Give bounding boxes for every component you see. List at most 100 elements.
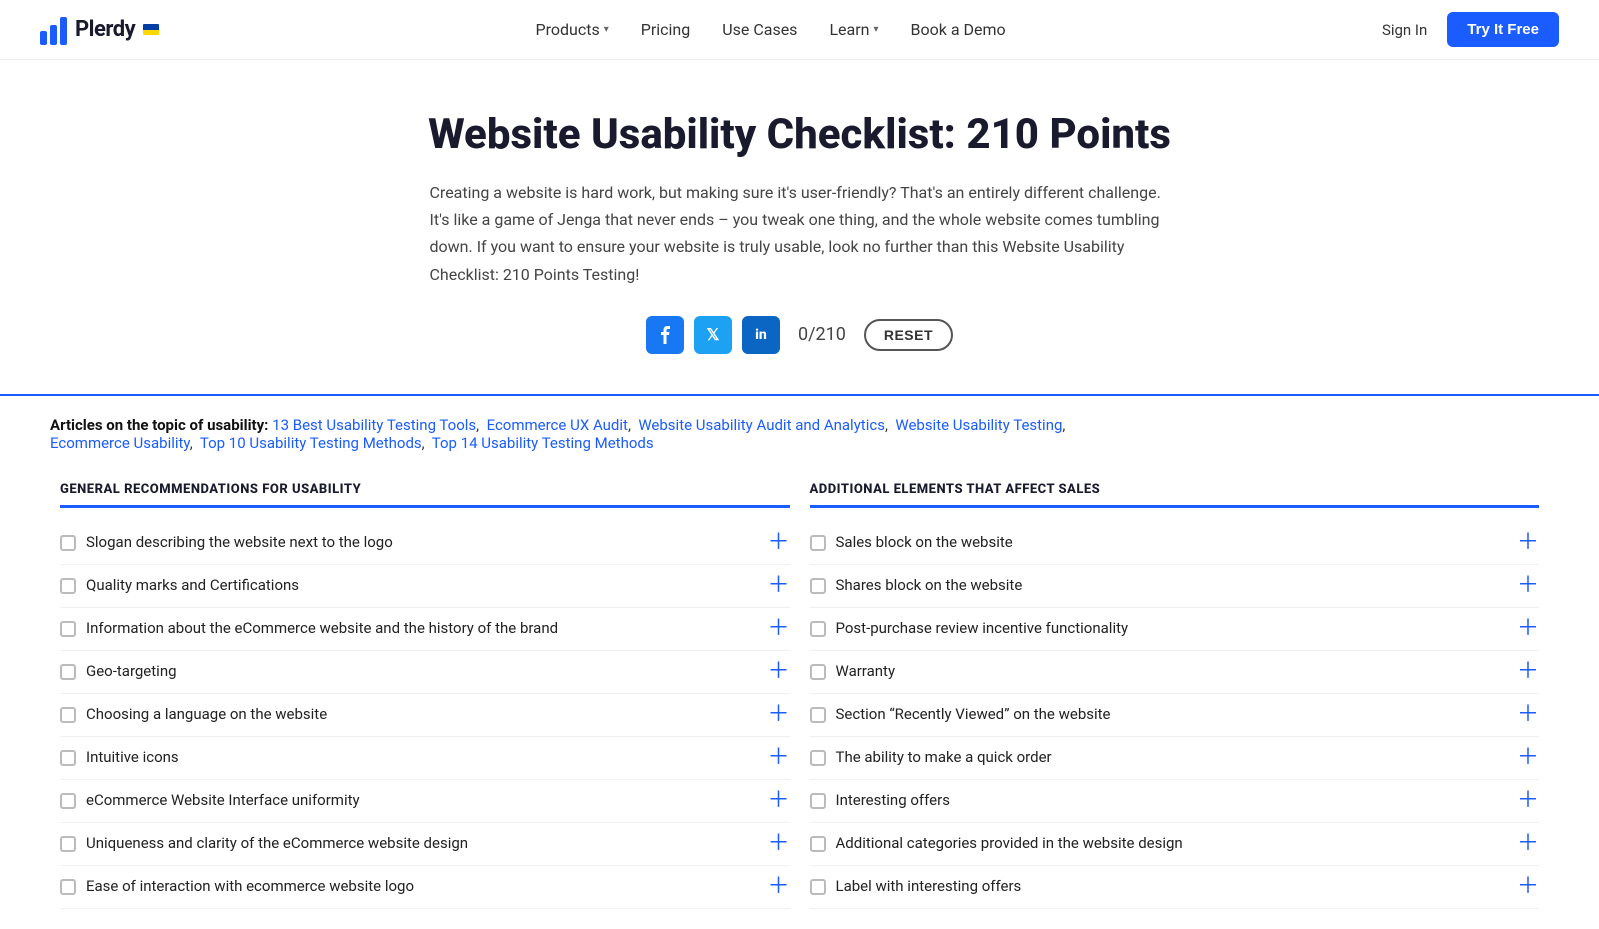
checklist-left-col: GENERAL RECOMMENDATIONS FOR USABILITY Sl… bbox=[50, 482, 800, 909]
list-item: Additional categories provided in the we… bbox=[810, 823, 1540, 866]
checklist-r-checkbox-4[interactable] bbox=[810, 707, 826, 723]
checklist-item-left: Shares block on the website bbox=[810, 575, 1507, 596]
checklist-r-checkbox-8[interactable] bbox=[810, 879, 826, 895]
checklist-section: GENERAL RECOMMENDATIONS FOR USABILITY Sl… bbox=[0, 462, 1599, 929]
checklist-checkbox-4[interactable] bbox=[60, 707, 76, 723]
checklist-r-label-1: Shares block on the website bbox=[836, 575, 1023, 596]
checklist-plus-0[interactable]: ＋ bbox=[767, 532, 789, 554]
checklist-right-title: ADDITIONAL ELEMENTS THAT AFFECT SALES bbox=[810, 482, 1540, 508]
checklist-plus-4[interactable]: ＋ bbox=[767, 704, 789, 726]
checklist-r-plus-3[interactable]: ＋ bbox=[1517, 661, 1539, 683]
checklist-r-label-6: Interesting offers bbox=[836, 790, 950, 811]
nav-learn[interactable]: Learn ▾ bbox=[829, 20, 878, 39]
checklist-item-left: eCommerce Website Interface uniformity bbox=[60, 790, 757, 811]
checklist-r-plus-4[interactable]: ＋ bbox=[1517, 704, 1539, 726]
checklist-r-plus-2[interactable]: ＋ bbox=[1517, 618, 1539, 640]
article-link-4[interactable]: Ecommerce Usability bbox=[50, 434, 190, 452]
twitter-icon: 𝕏 bbox=[707, 325, 720, 344]
checklist-r-plus-7[interactable]: ＋ bbox=[1517, 833, 1539, 855]
logo-text: Plerdy bbox=[75, 17, 135, 42]
checklist-item-left: Label with interesting offers bbox=[810, 876, 1507, 897]
checklist-item-left: Sales block on the website bbox=[810, 532, 1507, 553]
checklist-r-plus-5[interactable]: ＋ bbox=[1517, 747, 1539, 769]
article-link-5[interactable]: Top 10 Usability Testing Methods bbox=[200, 434, 422, 452]
twitter-share-button[interactable]: 𝕏 bbox=[694, 316, 732, 354]
checklist-label-7: Uniqueness and clarity of the eCommerce … bbox=[86, 833, 468, 854]
checklist-plus-5[interactable]: ＋ bbox=[767, 747, 789, 769]
checklist-right-col: ADDITIONAL ELEMENTS THAT AFFECT SALES Sa… bbox=[800, 482, 1550, 909]
checklist-item-left: Slogan describing the website next to th… bbox=[60, 532, 757, 553]
checklist-plus-1[interactable]: ＋ bbox=[767, 575, 789, 597]
checklist-r-checkbox-1[interactable] bbox=[810, 578, 826, 594]
nav-pricing[interactable]: Pricing bbox=[641, 20, 691, 39]
checklist-r-plus-1[interactable]: ＋ bbox=[1517, 575, 1539, 597]
article-link-6[interactable]: Top 14 Usability Testing Methods bbox=[432, 434, 654, 452]
checklist-plus-3[interactable]: ＋ bbox=[767, 661, 789, 683]
checklist-checkbox-3[interactable] bbox=[60, 664, 76, 680]
article-link-2[interactable]: Website Usability Audit and Analytics bbox=[638, 416, 885, 434]
checklist-plus-2[interactable]: ＋ bbox=[767, 618, 789, 640]
checklist-label-3: Geo-targeting bbox=[86, 661, 177, 682]
checklist-plus-6[interactable]: ＋ bbox=[767, 790, 789, 812]
social-counter-row: 𝕏 in 0/210 RESET bbox=[200, 316, 1399, 354]
checklist-plus-8[interactable]: ＋ bbox=[767, 876, 789, 898]
logo-bar-2 bbox=[50, 25, 57, 45]
checklist-r-checkbox-7[interactable] bbox=[810, 836, 826, 852]
list-item: Sales block on the website ＋ bbox=[810, 522, 1540, 565]
checklist-item-left: Quality marks and Certifications bbox=[60, 575, 757, 596]
checklist-checkbox-5[interactable] bbox=[60, 750, 76, 766]
checklist-r-plus-6[interactable]: ＋ bbox=[1517, 790, 1539, 812]
ukraine-flag-icon bbox=[143, 24, 159, 35]
list-item: Section “Recently Viewed” on the website… bbox=[810, 694, 1540, 737]
main-nav: Products ▾ Pricing Use Cases Learn ▾ Boo… bbox=[536, 20, 1006, 39]
checklist-item-left: Uniqueness and clarity of the eCommerce … bbox=[60, 833, 757, 854]
checklist-r-checkbox-0[interactable] bbox=[810, 535, 826, 551]
logo[interactable]: Plerdy bbox=[40, 15, 159, 45]
reset-button[interactable]: RESET bbox=[864, 319, 953, 351]
checklist-checkbox-2[interactable] bbox=[60, 621, 76, 637]
list-item: Label with interesting offers ＋ bbox=[810, 866, 1540, 909]
list-item: Warranty ＋ bbox=[810, 651, 1540, 694]
checklist-r-plus-8[interactable]: ＋ bbox=[1517, 876, 1539, 898]
checklist-label-0: Slogan describing the website next to th… bbox=[86, 532, 393, 553]
checklist-r-checkbox-3[interactable] bbox=[810, 664, 826, 680]
checklist-checkbox-0[interactable] bbox=[60, 535, 76, 551]
checklist-checkbox-7[interactable] bbox=[60, 836, 76, 852]
checklist-r-checkbox-6[interactable] bbox=[810, 793, 826, 809]
checklist-item-left: Ease of interaction with ecommerce websi… bbox=[60, 876, 757, 897]
checklist-r-label-0: Sales block on the website bbox=[836, 532, 1013, 553]
list-item: The ability to make a quick order ＋ bbox=[810, 737, 1540, 780]
facebook-share-button[interactable] bbox=[646, 316, 684, 354]
list-item: Geo-targeting ＋ bbox=[60, 651, 790, 694]
article-link-1[interactable]: Ecommerce UX Audit bbox=[487, 416, 628, 434]
checklist-checkbox-6[interactable] bbox=[60, 793, 76, 809]
sign-in-link[interactable]: Sign In bbox=[1382, 21, 1427, 39]
checklist-label-5: Intuitive icons bbox=[86, 747, 179, 768]
header: Plerdy Products ▾ Pricing Use Cases Lear… bbox=[0, 0, 1599, 60]
article-link-0[interactable]: 13 Best Usability Testing Tools bbox=[272, 416, 476, 434]
nav-book-demo[interactable]: Book a Demo bbox=[911, 20, 1006, 39]
try-free-button[interactable]: Try It Free bbox=[1447, 12, 1559, 47]
articles-prefix: Articles on the topic of usability: bbox=[50, 416, 268, 434]
nav-use-cases[interactable]: Use Cases bbox=[722, 20, 797, 39]
checklist-r-label-2: Post-purchase review incentive functiona… bbox=[836, 618, 1129, 639]
checklist-checkbox-1[interactable] bbox=[60, 578, 76, 594]
checklist-plus-7[interactable]: ＋ bbox=[767, 833, 789, 855]
checklist-item-left: Information about the eCommerce website … bbox=[60, 618, 757, 639]
checklist-item-left: Section “Recently Viewed” on the website bbox=[810, 704, 1507, 725]
header-actions: Sign In Try It Free bbox=[1382, 12, 1559, 47]
checklist-item-left: Choosing a language on the website bbox=[60, 704, 757, 725]
article-link-3[interactable]: Website Usability Testing bbox=[895, 416, 1062, 434]
list-item: Ease of interaction with ecommerce websi… bbox=[60, 866, 790, 909]
checklist-r-checkbox-2[interactable] bbox=[810, 621, 826, 637]
linkedin-share-button[interactable]: in bbox=[742, 316, 780, 354]
checklist-checkbox-8[interactable] bbox=[60, 879, 76, 895]
checklist-r-checkbox-5[interactable] bbox=[810, 750, 826, 766]
checklist-r-label-5: The ability to make a quick order bbox=[836, 747, 1052, 768]
hero-description: Creating a website is hard work, but mak… bbox=[430, 179, 1170, 288]
checklist-r-plus-0[interactable]: ＋ bbox=[1517, 532, 1539, 554]
flag-bottom bbox=[143, 30, 159, 36]
list-item: Intuitive icons ＋ bbox=[60, 737, 790, 780]
nav-products[interactable]: Products ▾ bbox=[536, 20, 609, 39]
checklist-item-left: Intuitive icons bbox=[60, 747, 757, 768]
